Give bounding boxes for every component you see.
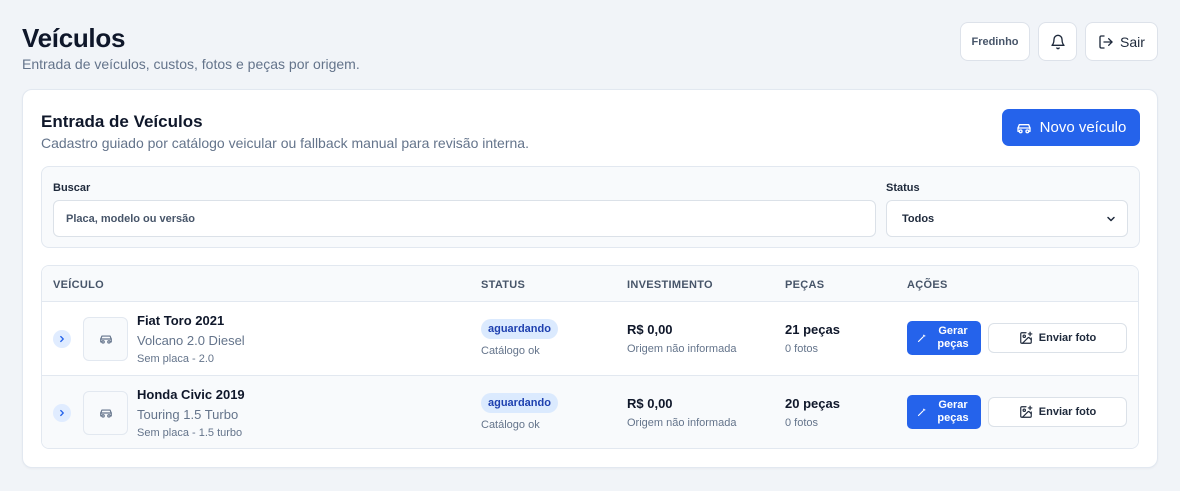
vehicle-name: Fiat Toro 2021: [137, 313, 225, 328]
page-header: Veículos Entrada de veículos, custos, fo…: [22, 22, 1158, 74]
chevron-right-icon: [60, 335, 64, 343]
catalog-status: Catálogo ok: [481, 419, 540, 431]
investment-value: R$ 0,00: [627, 396, 673, 411]
logout-icon: [1099, 34, 1113, 49]
chevron-right-icon: [60, 409, 64, 417]
generate-parts-button[interactable]: Gerar peças: [907, 321, 981, 355]
status-badge: aguardando: [481, 319, 558, 339]
new-vehicle-label: Novo veículo: [1039, 119, 1127, 136]
investment-value: R$ 0,00: [627, 322, 673, 337]
status-select[interactable]: Todos: [886, 200, 1128, 237]
wand-icon: [917, 408, 926, 416]
generate-parts-label: Gerar peças: [937, 399, 969, 424]
catalog-status: Catálogo ok: [481, 345, 540, 357]
bell-icon: [1050, 34, 1065, 49]
parts-count: 21 peças: [785, 322, 840, 337]
vehicle-name: Honda Civic 2019: [137, 387, 245, 402]
col-vehicle: VEÍCULO: [53, 279, 104, 291]
chevron-down-icon: [1107, 216, 1115, 221]
parts-count: 20 peças: [785, 396, 840, 411]
status-selected-value: Todos: [902, 212, 935, 225]
image-plus-icon: [1019, 405, 1033, 418]
logout-label: Sair: [1120, 33, 1145, 50]
expand-row-button[interactable]: [53, 404, 71, 422]
car-icon: [99, 409, 112, 418]
vehicle-thumbnail: [83, 391, 128, 435]
car-icon: [99, 335, 112, 344]
card-subtitle: Cadastro guiado por catálogo veicular ou…: [41, 135, 529, 151]
generate-parts-label: Gerar peças: [937, 325, 969, 350]
filters-panel: Buscar Status Todos: [41, 166, 1140, 248]
vehicle-thumbnail: [83, 317, 128, 361]
vehicles-card: Entrada de Veículos Cadastro guiado por …: [22, 89, 1158, 468]
col-investment: INVESTIMENTO: [627, 279, 713, 291]
table-row: Fiat Toro 2021 Volcano 2.0 Diesel Sem pl…: [42, 302, 1138, 376]
vehicle-plate: Sem placa - 1.5 turbo: [137, 427, 243, 439]
vehicle-version: Volcano 2.0 Diesel: [137, 333, 245, 348]
logout-button[interactable]: Sair: [1085, 22, 1158, 61]
vehicles-table: VEÍCULO STATUS INVESTIMENTO PEÇAS AÇÕES …: [41, 265, 1139, 449]
photos-count: 0 fotos: [785, 417, 819, 429]
generate-parts-button[interactable]: Gerar peças: [907, 395, 981, 429]
search-input[interactable]: [53, 200, 876, 237]
header-actions: Fredinho Sair: [960, 22, 1158, 61]
upload-photo-label: Enviar foto: [1038, 332, 1097, 344]
car-icon: [1016, 123, 1031, 133]
notifications-button[interactable]: [1038, 22, 1077, 61]
photos-count: 0 fotos: [785, 343, 819, 355]
table-header: VEÍCULO STATUS INVESTIMENTO PEÇAS AÇÕES: [42, 266, 1138, 302]
vehicle-version: Touring 1.5 Turbo: [137, 407, 239, 422]
wand-icon: [917, 334, 926, 342]
col-parts: PEÇAS: [785, 279, 825, 291]
expand-row-button[interactable]: [53, 330, 71, 348]
upload-photo-button[interactable]: Enviar foto: [988, 323, 1127, 353]
status-badge: aguardando: [481, 393, 558, 413]
vehicle-plate: Sem placa - 2.0: [137, 353, 215, 365]
investment-origin: Origem não informada: [627, 343, 737, 355]
investment-origin: Origem não informada: [627, 417, 737, 429]
status-label: Status: [886, 182, 920, 194]
upload-photo-label: Enviar foto: [1038, 406, 1097, 418]
user-button[interactable]: Fredinho: [960, 22, 1030, 61]
upload-photo-button[interactable]: Enviar foto: [988, 397, 1127, 427]
col-actions: AÇÕES: [907, 279, 948, 291]
new-vehicle-button[interactable]: Novo veículo: [1002, 109, 1140, 146]
table-row: Honda Civic 2019 Touring 1.5 Turbo Sem p…: [42, 376, 1138, 448]
search-label: Buscar: [53, 182, 91, 194]
col-status: STATUS: [481, 279, 526, 291]
image-plus-icon: [1019, 331, 1033, 344]
card-title: Entrada de Veículos: [41, 112, 203, 131]
